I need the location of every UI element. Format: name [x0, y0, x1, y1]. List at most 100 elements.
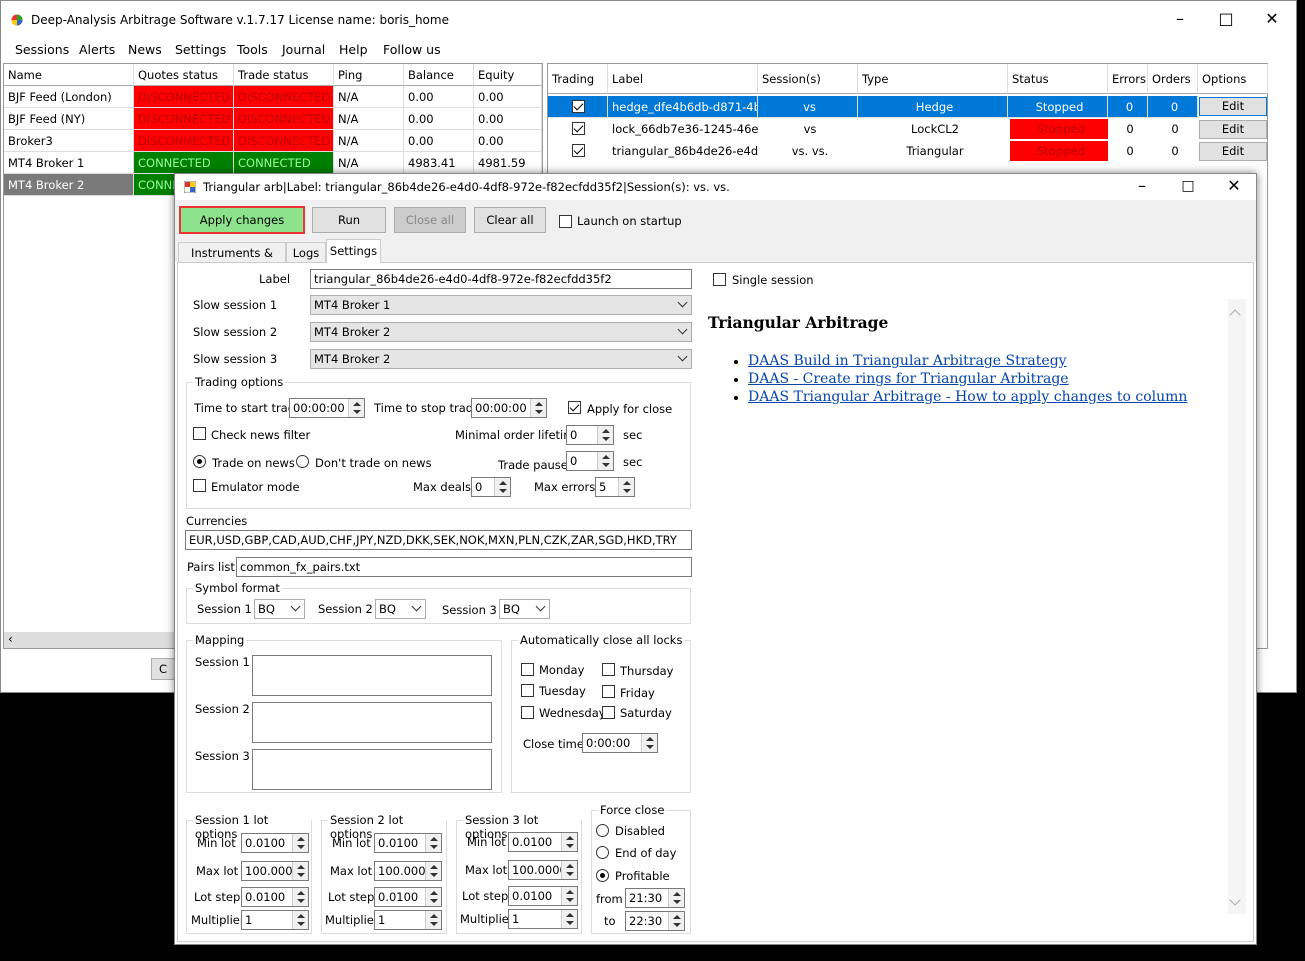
- spinner-icon[interactable]: [425, 834, 441, 852]
- help-link-build[interactable]: DAAS Build in Triangular Arbitrage Strat…: [748, 353, 1067, 369]
- friday-checkbox[interactable]: [602, 685, 615, 698]
- session-name[interactable]: MT4 Broker 1: [4, 152, 134, 174]
- trading-checkbox[interactable]: [572, 144, 585, 157]
- s2-max-lot-input[interactable]: 100.0000: [374, 861, 442, 881]
- minimize-icon[interactable]: –: [1119, 172, 1165, 202]
- apply-changes-button[interactable]: Apply changes: [179, 206, 305, 234]
- session-name-selected[interactable]: MT4 Broker 2: [4, 174, 134, 196]
- run-button[interactable]: Run: [312, 207, 386, 233]
- s1-lot-step-input[interactable]: 0.0100: [241, 887, 309, 907]
- apply-for-close-checkbox[interactable]: [568, 401, 581, 414]
- col-quotes-status[interactable]: Quotes status: [134, 64, 234, 86]
- spinner-icon[interactable]: [668, 889, 684, 907]
- menu-help[interactable]: Help: [339, 42, 368, 57]
- trade-on-news-radio[interactable]: [193, 455, 206, 468]
- edit-button[interactable]: Edit: [1199, 120, 1267, 139]
- spinner-icon[interactable]: [561, 861, 577, 879]
- menu-follow-us[interactable]: Follow us: [383, 42, 441, 57]
- main-bottom-button[interactable]: C: [151, 658, 175, 680]
- force-from-input[interactable]: 21:30: [625, 888, 685, 908]
- spinner-icon[interactable]: [641, 734, 657, 752]
- session-name[interactable]: BJF Feed (London): [4, 86, 134, 108]
- max-deals-input[interactable]: 0: [471, 477, 511, 497]
- strategy-label[interactable]: triangular_86b4de26-e4d0-4...: [608, 140, 758, 162]
- symbol-session-3-select[interactable]: BQ: [499, 599, 550, 619]
- maximize-icon[interactable]: □: [1203, 5, 1249, 35]
- session-name[interactable]: BJF Feed (NY): [4, 108, 134, 130]
- symbol-session-2-select[interactable]: BQ: [375, 599, 426, 619]
- clear-all-button[interactable]: Clear all: [474, 207, 546, 233]
- currencies-input[interactable]: EUR,USD,GBP,CAD,AUD,CHF,JPY,NZD,DKK,SEK,…: [185, 530, 692, 550]
- help-scrollbar[interactable]: [1228, 299, 1246, 914]
- menu-news[interactable]: News: [128, 42, 162, 57]
- spinner-icon[interactable]: [292, 862, 308, 880]
- col-label[interactable]: Label: [608, 64, 758, 94]
- close-all-button[interactable]: Close all: [394, 207, 466, 233]
- spinner-icon[interactable]: [292, 834, 308, 852]
- check-news-filter-checkbox[interactable]: [193, 427, 206, 440]
- thursday-checkbox[interactable]: [602, 663, 615, 676]
- tab-instruments-orders[interactable]: Instruments & Orders: [178, 242, 286, 280]
- slow-session-2-select[interactable]: MT4 Broker 2: [310, 322, 692, 342]
- edit-button[interactable]: Edit: [1199, 142, 1267, 161]
- monday-checkbox[interactable]: [521, 663, 534, 676]
- spinner-icon[interactable]: [292, 911, 308, 929]
- close-icon[interactable]: ✕: [1211, 172, 1257, 202]
- spinner-icon[interactable]: [597, 426, 613, 444]
- tab-logs[interactable]: Logs: [286, 242, 326, 262]
- col-errors[interactable]: Errors: [1108, 64, 1148, 94]
- menu-alerts[interactable]: Alerts: [79, 42, 115, 57]
- s3-multiplier-input[interactable]: 1: [508, 909, 578, 929]
- spinner-icon[interactable]: [561, 833, 577, 851]
- launch-on-startup-checkbox[interactable]: [559, 215, 572, 228]
- stop-trade-input[interactable]: 00:00:00: [471, 398, 547, 418]
- symbol-session-1-select[interactable]: BQ: [254, 599, 305, 619]
- tuesday-checkbox[interactable]: [521, 684, 534, 697]
- spinner-icon[interactable]: [618, 478, 634, 496]
- maximize-icon[interactable]: □: [1165, 172, 1211, 202]
- spinner-icon[interactable]: [597, 452, 613, 470]
- pairs-list-input[interactable]: common_fx_pairs.txt: [236, 557, 692, 577]
- col-status[interactable]: Status: [1008, 64, 1108, 94]
- strategy-label[interactable]: lock_66db7e36-1245-46e2-...: [608, 118, 758, 140]
- help-link-apply-changes[interactable]: DAAS Triangular Arbitrage - How to apply…: [748, 389, 1187, 405]
- start-trade-input[interactable]: 00:00:00: [289, 398, 365, 418]
- col-options[interactable]: Options: [1198, 64, 1268, 94]
- col-sessions[interactable]: Session(s): [758, 64, 858, 94]
- col-ping[interactable]: Ping: [334, 64, 404, 86]
- minimize-icon[interactable]: –: [1157, 5, 1203, 35]
- spinner-icon[interactable]: [494, 478, 510, 496]
- scroll-left-icon[interactable]: ‹: [8, 632, 13, 646]
- max-errors-input[interactable]: 5: [595, 477, 635, 497]
- tab-settings[interactable]: Settings: [326, 239, 381, 263]
- close-icon[interactable]: ✕: [1249, 5, 1295, 35]
- menu-sessions[interactable]: Sessions: [15, 42, 69, 57]
- col-orders[interactable]: Orders: [1148, 64, 1198, 94]
- s3-max-lot-input[interactable]: 100.0000: [508, 860, 578, 880]
- spinner-icon[interactable]: [292, 888, 308, 906]
- spinner-icon[interactable]: [530, 399, 546, 417]
- spinner-icon[interactable]: [668, 912, 684, 930]
- spinner-icon[interactable]: [425, 862, 441, 880]
- mapping-session-3-textarea[interactable]: [252, 749, 492, 790]
- scroll-up-icon[interactable]: [1229, 309, 1241, 321]
- col-equity[interactable]: Equity: [474, 64, 542, 86]
- force-to-input[interactable]: 22:30: [625, 911, 685, 931]
- s3-min-lot-input[interactable]: 0.0100: [508, 832, 578, 852]
- s1-multiplier-input[interactable]: 1: [241, 910, 309, 930]
- scroll-down-icon[interactable]: [1229, 894, 1241, 906]
- emulator-mode-checkbox[interactable]: [193, 479, 206, 492]
- s1-max-lot-input[interactable]: 100.0000: [241, 861, 309, 881]
- s3-lot-step-input[interactable]: 0.0100: [508, 886, 578, 906]
- s1-min-lot-input[interactable]: 0.0100: [241, 833, 309, 853]
- s2-min-lot-input[interactable]: 0.0100: [374, 833, 442, 853]
- s2-multiplier-input[interactable]: 1: [374, 910, 442, 930]
- help-link-rings[interactable]: DAAS - Create rings for Triangular Arbit…: [748, 371, 1069, 387]
- col-balance[interactable]: Balance: [404, 64, 474, 86]
- min-order-lifetime-input[interactable]: 0: [566, 425, 614, 445]
- wednesday-checkbox[interactable]: [521, 706, 534, 719]
- mapping-session-1-textarea[interactable]: [252, 655, 492, 696]
- session-name[interactable]: Broker3: [4, 130, 134, 152]
- dont-trade-on-news-radio[interactable]: [296, 455, 309, 468]
- menu-settings[interactable]: Settings: [175, 42, 226, 57]
